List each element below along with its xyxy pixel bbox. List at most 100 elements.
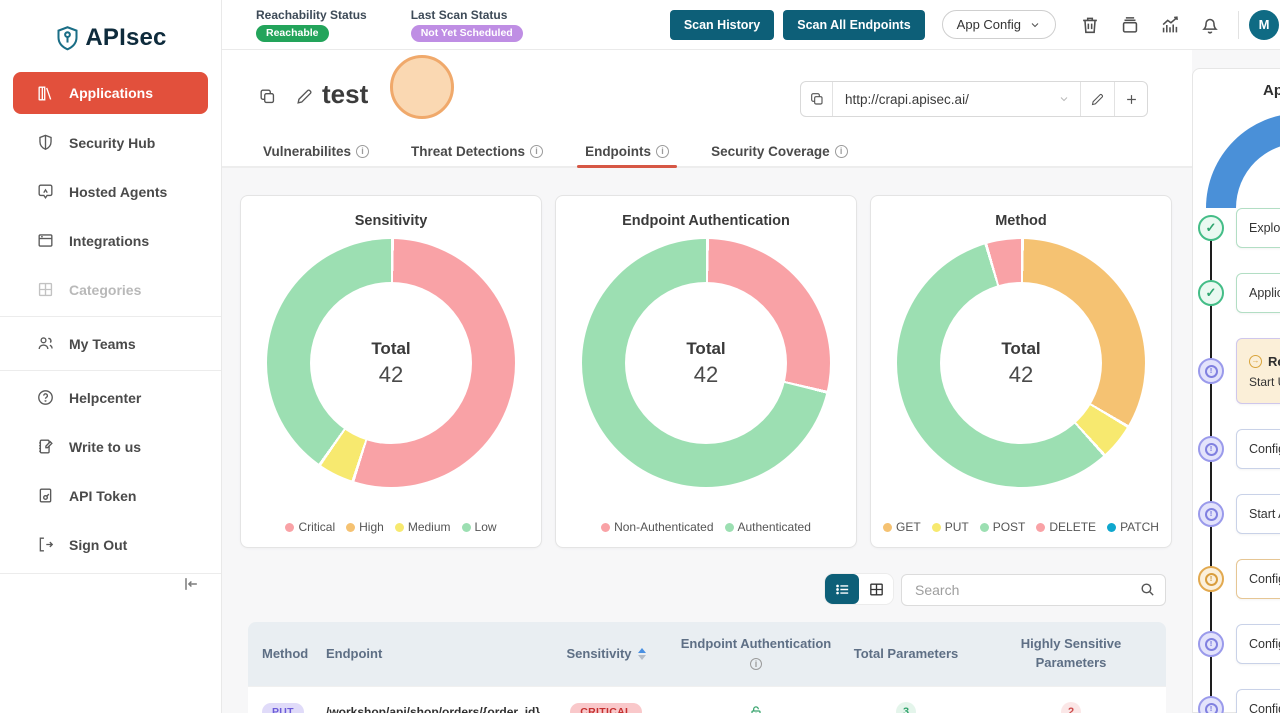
legend-dot (980, 523, 989, 532)
legend-item-put[interactable]: PUT (932, 520, 969, 534)
tabs-bar: Vulnerabilites i Threat Detections i End… (263, 136, 848, 166)
chart-title: Method (871, 213, 1171, 229)
tab-threat-detections[interactable]: Threat Detections i (411, 136, 543, 166)
sidebar-item-my-teams[interactable]: My Teams (0, 319, 221, 368)
sidebar-item-helpcenter[interactable]: Helpcenter (0, 373, 221, 422)
step-status-icon: ! (1198, 501, 1224, 527)
legend-item-high[interactable]: High (346, 520, 384, 534)
sidebar-divider (0, 316, 221, 317)
integrations-icon (36, 231, 55, 250)
legend-dot (462, 523, 471, 532)
sidebar-item-write-to-us[interactable]: Write to us (0, 422, 221, 471)
sort-icon[interactable] (638, 648, 646, 660)
search-icon[interactable] (1139, 581, 1156, 598)
sidebar-item-integrations[interactable]: Integrations (0, 216, 221, 265)
legend-item-critical[interactable]: Critical (285, 520, 335, 534)
legend-item-delete[interactable]: DELETE (1036, 520, 1096, 534)
sign-out-icon (36, 535, 55, 554)
column-header-endpoint[interactable]: Endpoint (326, 645, 536, 664)
archive-icon[interactable] (1119, 14, 1141, 36)
base-url-select[interactable]: http://crapi.apisec.ai/ (833, 82, 1081, 116)
sidebar-collapse-icon[interactable] (181, 574, 201, 594)
tab-vulnerabilities[interactable]: Vulnerabilites i (263, 136, 369, 166)
chart-legend: Critical High Medium Low (241, 520, 541, 534)
donut-total-value: 42 (379, 362, 403, 388)
apisec-logo-text: APIsec (85, 24, 166, 52)
onboarding-step: ✓ Explore y (1198, 208, 1280, 248)
legend-dot (1107, 523, 1116, 532)
edit-app-name-icon[interactable] (295, 87, 314, 106)
legend-item-post[interactable]: POST (980, 520, 1026, 534)
sidebar-item-categories[interactable]: Categories (0, 265, 221, 314)
endpoint-authentication-donut-chart[interactable]: Total 42 (582, 239, 830, 487)
column-header-endpoint-authentication[interactable]: Endpoint Authentication i (676, 635, 836, 673)
write-icon (36, 437, 55, 456)
onboarding-step: !→RecoStart Una (1198, 338, 1280, 404)
sidebar-item-api-token[interactable]: API Token (0, 471, 221, 520)
delete-app-icon[interactable] (1079, 14, 1101, 36)
scan-all-endpoints-button[interactable]: Scan All Endpoints (783, 10, 924, 40)
copy-app-name-icon[interactable] (258, 87, 277, 106)
application-avatar[interactable] (390, 55, 454, 119)
notifications-bell-icon[interactable] (1199, 14, 1221, 36)
method-donut-chart[interactable]: Total 42 (897, 239, 1145, 487)
table-row[interactable]: PUT /workshop/api/shop/orders/{order_id}… (248, 686, 1166, 713)
step-status-icon: ! (1198, 436, 1224, 462)
sensitivity-badge: CRITICAL (570, 703, 641, 713)
step-card-label: Configure (1249, 572, 1280, 586)
scan-history-button[interactable]: Scan History (670, 10, 774, 40)
step-card-label: Configure (1249, 442, 1280, 456)
info-icon[interactable]: i (530, 145, 543, 158)
onboarding-step-card[interactable]: Configure (1236, 689, 1280, 713)
step-done-icon: ✓ (1198, 215, 1224, 241)
topbar-divider (1238, 11, 1239, 39)
legend-item-low[interactable]: Low (462, 520, 497, 534)
copy-url-icon[interactable] (801, 82, 833, 116)
onboarding-step-card[interactable]: Configure (1236, 429, 1280, 469)
onboarding-step-card[interactable]: Applicatio (1236, 273, 1280, 313)
onboarding-step-card[interactable]: Configure (1236, 624, 1280, 664)
info-icon[interactable]: i (656, 145, 669, 158)
app-root: APIsec Applications Security Hub (0, 0, 1280, 713)
app-config-dropdown[interactable]: App Config (942, 10, 1056, 39)
sensitivity-donut-chart[interactable]: Total 42 (267, 239, 515, 487)
info-icon[interactable]: i (356, 145, 369, 158)
cell-endpoint[interactable]: /workshop/api/shop/orders/{order_id} (326, 705, 536, 713)
onboarding-step-card[interactable]: Explore y (1236, 208, 1280, 248)
grid-view-button[interactable] (859, 574, 893, 604)
list-view-button[interactable] (825, 574, 859, 604)
edit-url-icon[interactable] (1081, 82, 1115, 116)
column-header-highly-sensitive-parameters[interactable]: Highly Sensitive Parameters (976, 635, 1166, 673)
sidebar-item-applications[interactable]: Applications (13, 72, 208, 114)
tab-security-coverage[interactable]: Security Coverage i (711, 136, 848, 166)
legend-item-medium[interactable]: Medium (395, 520, 451, 534)
legend-item-get[interactable]: GET (883, 520, 921, 534)
step-card-label: Configure (1249, 637, 1280, 651)
user-avatar[interactable]: M (1249, 10, 1279, 40)
column-header-sensitivity[interactable]: Sensitivity (536, 645, 676, 664)
hosted-agents-icon (36, 182, 55, 201)
onboarding-step-card[interactable]: →RecoStart Una (1236, 338, 1280, 404)
legend-item-authenticated[interactable]: Authenticated (725, 520, 811, 534)
legend-label: PATCH (1120, 520, 1159, 534)
add-url-icon[interactable] (1115, 82, 1147, 116)
donut-total-label: Total (686, 339, 725, 359)
legend-item-non-authenticated[interactable]: Non-Authenticated (601, 520, 713, 534)
search-input[interactable] (901, 574, 1166, 606)
analytics-icon[interactable] (1159, 14, 1181, 36)
info-icon[interactable]: i (750, 658, 762, 670)
onboarding-step-card[interactable]: Configure (1236, 559, 1280, 599)
column-header-total-parameters[interactable]: Total Parameters (836, 645, 976, 664)
column-header-method[interactable]: Method (248, 645, 326, 664)
sidebar-item-security-hub[interactable]: Security Hub (0, 118, 221, 167)
sidebar-item-label: Hosted Agents (69, 184, 167, 200)
onboarding-step-card[interactable]: Start Auth (1236, 494, 1280, 534)
legend-dot (395, 523, 404, 532)
apisec-logo[interactable]: APIsec (0, 20, 221, 56)
sidebar-item-label: My Teams (69, 336, 136, 352)
sidebar-item-hosted-agents[interactable]: Hosted Agents (0, 167, 221, 216)
sidebar-item-sign-out[interactable]: Sign Out (0, 520, 221, 569)
info-icon[interactable]: i (835, 145, 848, 158)
legend-item-patch[interactable]: PATCH (1107, 520, 1159, 534)
tab-endpoints[interactable]: Endpoints i (585, 136, 669, 166)
